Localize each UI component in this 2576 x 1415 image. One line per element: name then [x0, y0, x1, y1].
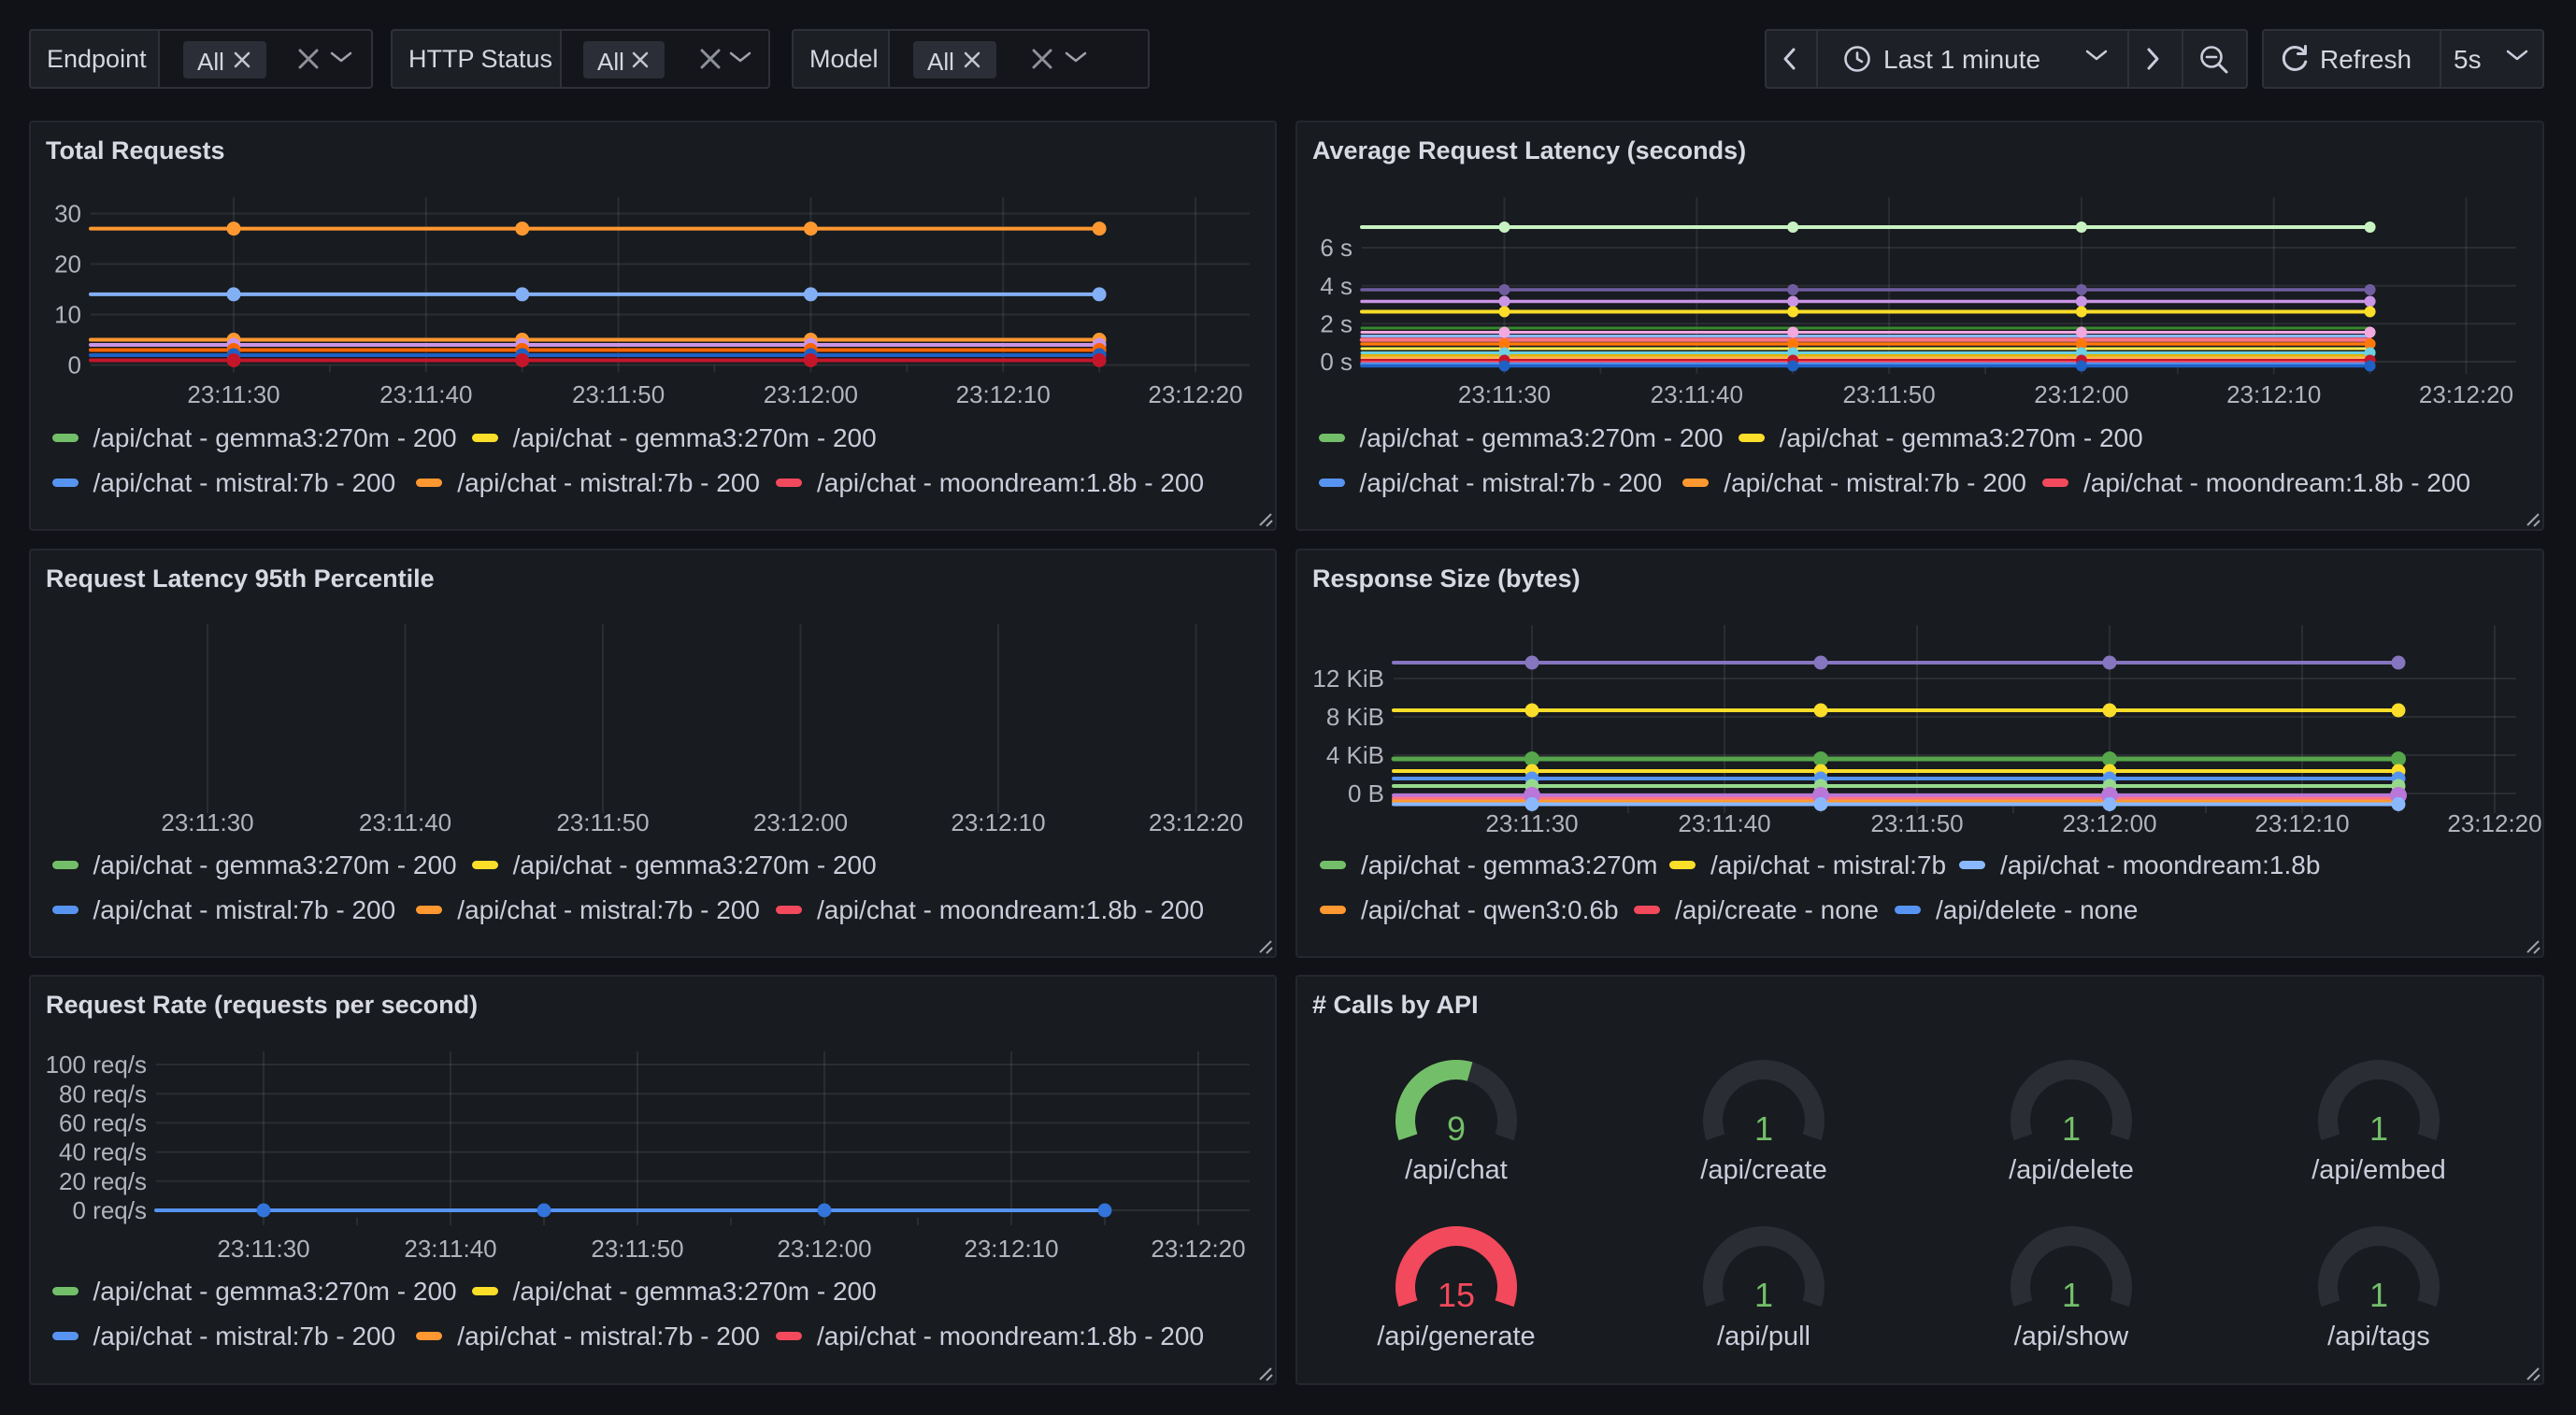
svg-text:4 s: 4 s	[1320, 272, 1352, 300]
svg-text:/api/chat: /api/chat	[1405, 1155, 1508, 1185]
svg-text:23:11:30: 23:11:30	[161, 808, 253, 836]
svg-text:0: 0	[68, 351, 81, 379]
svg-text:100 req/s: 100 req/s	[46, 1051, 147, 1079]
svg-text:0 s: 0 s	[1320, 348, 1352, 376]
svg-text:/api/generate: /api/generate	[1377, 1322, 1535, 1351]
svg-text:23:12:10: 23:12:10	[951, 808, 1045, 836]
svg-text:23:11:40: 23:11:40	[404, 1235, 496, 1263]
svg-text:/api/show: /api/show	[2014, 1322, 2130, 1351]
svg-text:23:12:00: 23:12:00	[2062, 809, 2156, 837]
svg-text:23:11:50: 23:11:50	[556, 808, 649, 836]
svg-text:/api/pull: /api/pull	[1717, 1322, 1810, 1351]
svg-text:1: 1	[2062, 1276, 2081, 1314]
svg-text:60 req/s: 60 req/s	[59, 1109, 147, 1137]
svg-text:15: 15	[1438, 1276, 1475, 1314]
svg-text:12 KiB: 12 KiB	[1312, 665, 1384, 693]
svg-text:23:11:30: 23:11:30	[217, 1235, 309, 1263]
svg-text:0 req/s: 0 req/s	[73, 1196, 148, 1224]
svg-text:23:12:10: 23:12:10	[956, 380, 1051, 408]
svg-text:30: 30	[54, 200, 81, 228]
svg-text:23:11:50: 23:11:50	[572, 380, 665, 408]
svg-text:8 KiB: 8 KiB	[1326, 703, 1384, 731]
svg-text:23:11:30: 23:11:30	[1485, 809, 1578, 837]
svg-text:23:11:50: 23:11:50	[591, 1235, 683, 1263]
svg-text:10: 10	[54, 301, 81, 329]
svg-text:23:12:00: 23:12:00	[753, 808, 848, 836]
svg-text:23:11:40: 23:11:40	[1651, 380, 1743, 408]
svg-text:1: 1	[1754, 1276, 1773, 1314]
svg-text:20 req/s: 20 req/s	[59, 1167, 147, 1195]
svg-text:1: 1	[2369, 1109, 2388, 1148]
svg-text:/api/tags: /api/tags	[2327, 1322, 2430, 1351]
svg-text:23:11:40: 23:11:40	[359, 808, 451, 836]
svg-text:23:12:10: 23:12:10	[964, 1235, 1058, 1263]
svg-text:20: 20	[54, 250, 81, 279]
svg-text:23:12:20: 23:12:20	[2419, 380, 2513, 408]
svg-text:/api/embed: /api/embed	[2311, 1155, 2446, 1185]
svg-text:23:11:40: 23:11:40	[379, 380, 472, 408]
svg-text:23:12:00: 23:12:00	[764, 380, 858, 408]
svg-text:23:12:20: 23:12:20	[1151, 1235, 1245, 1263]
svg-text:23:12:20: 23:12:20	[1148, 380, 1242, 408]
svg-text:2 s: 2 s	[1320, 310, 1352, 338]
svg-text:23:12:20: 23:12:20	[2447, 809, 2541, 837]
svg-text:23:11:40: 23:11:40	[1678, 809, 1770, 837]
svg-text:23:11:50: 23:11:50	[1870, 809, 1963, 837]
svg-text:23:12:00: 23:12:00	[777, 1235, 871, 1263]
svg-text:23:12:10: 23:12:10	[2254, 809, 2349, 837]
svg-text:1: 1	[2062, 1109, 2081, 1148]
svg-text:/api/delete: /api/delete	[2009, 1155, 2134, 1185]
svg-text:4 KiB: 4 KiB	[1326, 741, 1384, 769]
svg-text:23:12:00: 23:12:00	[2034, 380, 2128, 408]
svg-text:23:11:30: 23:11:30	[1458, 380, 1551, 408]
svg-text:23:11:30: 23:11:30	[187, 380, 279, 408]
svg-text:40 req/s: 40 req/s	[59, 1138, 147, 1166]
svg-text:23:12:20: 23:12:20	[1149, 808, 1243, 836]
svg-text:80 req/s: 80 req/s	[59, 1079, 147, 1108]
svg-text:0 B: 0 B	[1348, 779, 1384, 808]
svg-text:1: 1	[2369, 1276, 2388, 1314]
svg-text:23:11:50: 23:11:50	[1842, 380, 1935, 408]
svg-text:9: 9	[1447, 1109, 1466, 1148]
svg-text:/api/create: /api/create	[1700, 1155, 1826, 1185]
svg-text:1: 1	[1754, 1109, 1773, 1148]
svg-text:6 s: 6 s	[1320, 234, 1352, 262]
svg-text:23:12:10: 23:12:10	[2226, 380, 2321, 408]
